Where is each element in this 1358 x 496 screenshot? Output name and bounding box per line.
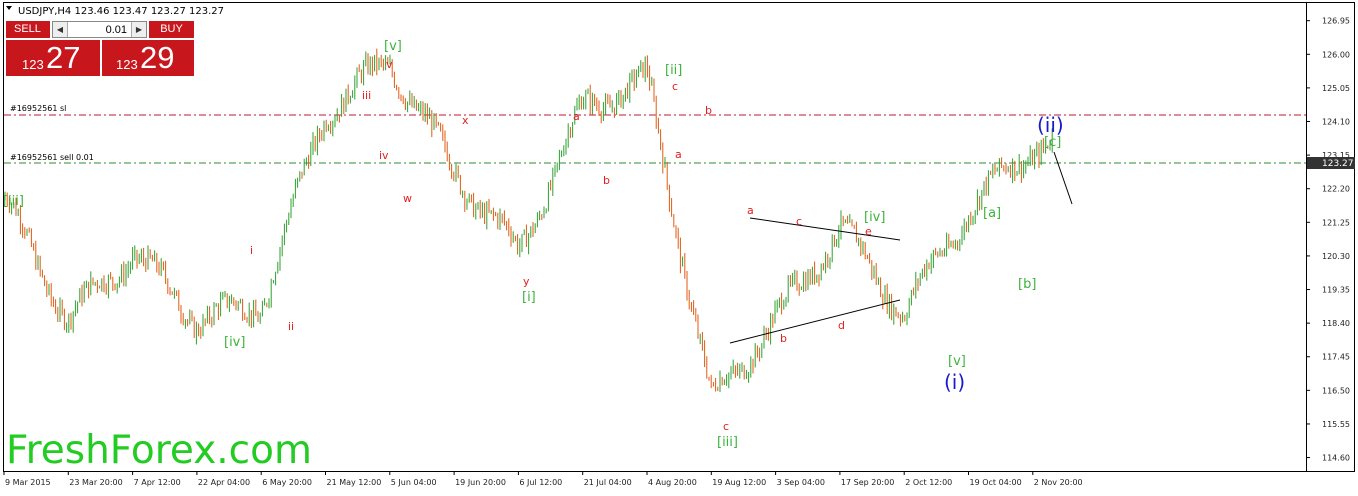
price-tick-label: 122.20 — [1322, 185, 1350, 194]
time-tick-label: 6 May 20:00 — [262, 478, 312, 487]
chart-canvas[interactable]: USDJPY,H4 123.46 123.47 123.27 123.27 #1… — [0, 0, 1358, 492]
wave-label: [v] — [948, 354, 966, 369]
price-tick-label: 120.30 — [1322, 252, 1350, 261]
time-tick-label: 9 Mar 2015 — [5, 478, 51, 487]
time-tick-label: 22 Apr 04:00 — [198, 478, 250, 487]
collapse-arrow-icon[interactable] — [6, 6, 12, 10]
time-axis: 9 Mar 2015 23 Mar 20:00 7 Apr 12:00 22 Apr … — [3, 471, 1083, 487]
buy-price-prefix: 123 — [116, 57, 138, 72]
sell-button[interactable]: SELL — [6, 21, 50, 38]
price-tick-label: 126.00 — [1322, 50, 1350, 59]
price-chart[interactable]: USDJPY,H4 123.46 123.47 123.27 123.27 #1… — [0, 0, 1358, 492]
wave-label: v — [386, 58, 393, 71]
decrease-lot-icon[interactable]: ◀ — [53, 22, 68, 37]
wave-label: b — [603, 174, 610, 187]
wave-label: y — [523, 275, 530, 288]
wave-label: (ii) — [1037, 113, 1064, 137]
wave-label: i — [250, 244, 253, 257]
wave-label: c — [672, 80, 678, 93]
wave-label: d — [838, 319, 845, 332]
triangle-lower-line — [729, 299, 901, 344]
wave-label: b — [780, 332, 787, 345]
time-tick-label: 21 Jul 04:00 — [584, 478, 632, 487]
wave-label: [iii] — [717, 435, 738, 450]
time-tick-label: 21 May 12:00 — [327, 478, 382, 487]
price-tick-label: 119.35 — [1322, 286, 1350, 295]
time-tick-label: 5 Jun 04:00 — [391, 478, 437, 487]
wave-label: iv — [379, 149, 389, 162]
buy-button[interactable]: BUY — [149, 21, 194, 38]
one-click-trade-panel: SELL ◀ ▶ BUY 123 27 123 29 — [6, 21, 194, 76]
projection-line — [1053, 151, 1073, 205]
sell-price-tile[interactable]: 123 27 — [6, 40, 100, 76]
price-tick-label: 125.05 — [1322, 84, 1350, 93]
wave-label: a — [747, 204, 754, 217]
watermark-logo: FreshForex.com — [6, 428, 312, 473]
wave-label: b — [705, 104, 712, 117]
wave-label: w — [403, 192, 412, 205]
wave-label: [b] — [1018, 277, 1036, 292]
price-tick-label: 126.95 — [1322, 17, 1350, 26]
wave-label: e — [865, 225, 872, 238]
wave-label: [iv] — [864, 210, 885, 225]
current-price-label: 123.27 — [1322, 159, 1354, 169]
lot-size-input[interactable] — [69, 22, 130, 37]
time-tick-label: 19 Jun 20:00 — [455, 478, 506, 487]
wave-label: [iv] — [224, 335, 245, 350]
wave-label: [a] — [983, 206, 1001, 221]
price-axis: 126.95126.00125.05124.10123.15122.20121.… — [1306, 17, 1350, 463]
price-tick-label: 124.10 — [1322, 118, 1350, 127]
wave-label: c — [796, 215, 802, 228]
plot-frame — [3, 2, 1307, 472]
sell-price-pips: 27 — [46, 40, 81, 75]
wave-label: [iii] — [3, 194, 24, 209]
time-tick-label: 6 Jul 12:00 — [519, 478, 562, 487]
wave-label: x — [462, 114, 469, 127]
wave-labels: [iii][iv]iiiiiiivv[v]wxy[i]abc[ii]abc[ii… — [3, 39, 1064, 450]
price-tick-label: 115.55 — [1322, 420, 1350, 429]
wave-label: [c] — [1044, 135, 1061, 150]
price-axis-frame — [1306, 2, 1355, 472]
sell-order-label: #16952561 sell 0.01 — [10, 153, 94, 162]
time-tick-label: 4 Aug 20:00 — [648, 478, 697, 487]
wave-label: c — [723, 420, 729, 433]
price-tick-label: 117.45 — [1322, 353, 1350, 362]
wave-label: ii — [288, 320, 294, 333]
wave-label: a — [675, 148, 682, 161]
wave-label: (i) — [944, 370, 965, 394]
candlestick-series — [4, 48, 1053, 393]
increase-lot-icon[interactable]: ▶ — [131, 22, 146, 37]
price-tick-label: 114.60 — [1322, 454, 1350, 463]
time-tick-label: 17 Sep 20:00 — [841, 478, 894, 487]
time-tick-label: 19 Aug 12:00 — [712, 478, 766, 487]
wave-label: [ii] — [665, 63, 682, 78]
wave-label: [v] — [384, 39, 402, 54]
lot-stepper[interactable]: ◀ ▶ — [52, 21, 147, 38]
symbol-header: USDJPY,H4 123.46 123.47 123.27 123.27 — [18, 6, 224, 17]
time-tick-label: 2 Oct 12:00 — [905, 478, 952, 487]
time-tick-label: 23 Mar 20:00 — [69, 478, 122, 487]
time-tick-label: 3 Sep 04:00 — [777, 478, 825, 487]
wave-label: iii — [362, 89, 371, 102]
sell-price-prefix: 123 — [22, 57, 44, 72]
time-tick-label: 7 Apr 12:00 — [134, 478, 181, 487]
time-tick-label: 2 Nov 20:00 — [1034, 478, 1083, 487]
buy-price-pips: 29 — [140, 40, 175, 75]
price-tick-label: 121.25 — [1322, 218, 1350, 227]
wave-label: a — [573, 110, 580, 123]
wave-label: [i] — [522, 290, 536, 305]
stop-loss-label: #16952561 sl — [10, 104, 66, 113]
price-tick-label: 116.50 — [1322, 386, 1350, 395]
time-tick-label: 19 Oct 04:00 — [970, 478, 1022, 487]
buy-price-tile[interactable]: 123 29 — [102, 40, 194, 76]
price-tick-label: 118.40 — [1322, 319, 1350, 328]
